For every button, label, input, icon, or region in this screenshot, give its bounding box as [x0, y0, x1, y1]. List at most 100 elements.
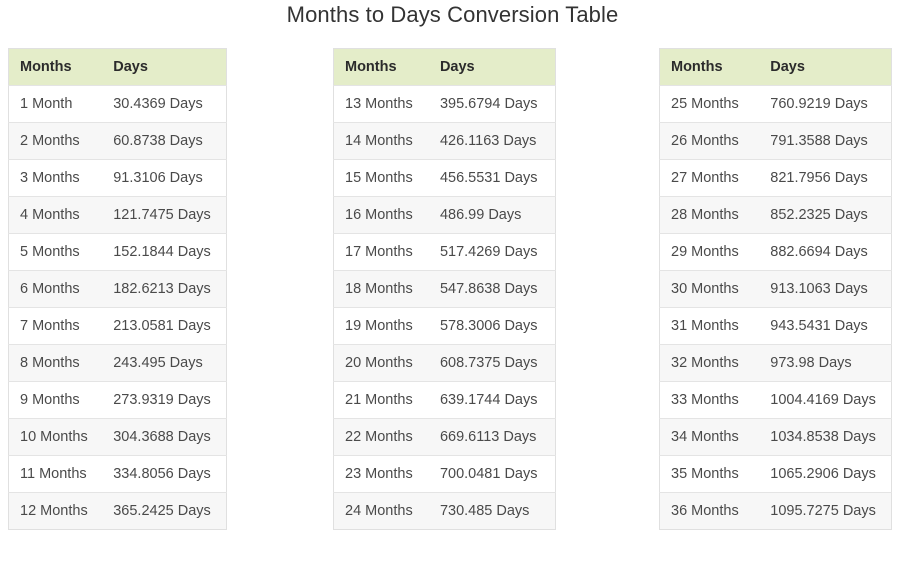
cell-months: 28 Months — [659, 196, 760, 234]
page-title: Months to Days Conversion Table — [286, 2, 619, 27]
table-row: 28 Months 852.2325 Days — [659, 196, 892, 234]
cell-months: 6 Months — [8, 270, 103, 308]
table-row: 22 Months 669.6113 Days — [333, 418, 556, 456]
cell-months: 8 Months — [8, 344, 103, 382]
table-row: 6 Months 182.6213 Days — [8, 270, 227, 308]
cell-months: 29 Months — [659, 233, 760, 271]
cell-days: 334.8056 Days — [102, 455, 227, 493]
table-row: 2 Months 60.8738 Days — [8, 122, 227, 160]
table-row: 4 Months 121.7475 Days — [8, 196, 227, 234]
column-header-days: Days — [102, 48, 227, 86]
table-row: 3 Months 91.3106 Days — [8, 159, 227, 197]
column-header-months: Months — [333, 48, 429, 86]
cell-months: 27 Months — [659, 159, 760, 197]
table-row: 1 Month 30.4369 Days — [8, 85, 227, 123]
cell-months: 13 Months — [333, 85, 429, 123]
cell-days: 152.1844 Days — [102, 233, 227, 271]
cell-days: 426.1163 Days — [428, 122, 556, 160]
cell-days: 608.7375 Days — [428, 344, 556, 382]
cell-days: 273.9319 Days — [102, 381, 227, 419]
cell-days: 517.4269 Days — [428, 233, 556, 271]
page-root: Months to Days Conversion Table Months Da… — [0, 0, 905, 573]
table-header-row: Months Days — [659, 48, 892, 86]
cell-months: 2 Months — [8, 122, 103, 160]
cell-days: 395.6794 Days — [428, 85, 556, 123]
table-row: 31 Months 943.5431 Days — [659, 307, 892, 345]
table-row: 23 Months 700.0481 Days — [333, 455, 556, 493]
table-row: 15 Months 456.5531 Days — [333, 159, 556, 197]
table-row: 32 Months 973.98 Days — [659, 344, 892, 382]
cell-months: 1 Month — [8, 85, 103, 123]
table-row: 26 Months 791.3588 Days — [659, 122, 892, 160]
cell-days: 791.3588 Days — [759, 122, 892, 160]
cell-days: 91.3106 Days — [102, 159, 227, 197]
cell-days: 973.98 Days — [759, 344, 892, 382]
table-row: 13 Months 395.6794 Days — [333, 85, 556, 123]
cell-months: 18 Months — [333, 270, 429, 308]
cell-days: 943.5431 Days — [759, 307, 892, 345]
conversion-table: Months Days 25 Months 760.9219 Days 26 Month… — [659, 48, 892, 530]
cell-days: 30.4369 Days — [102, 85, 227, 123]
table-row: 7 Months 213.0581 Days — [8, 307, 227, 345]
cell-months: 36 Months — [659, 492, 760, 530]
table-row: 33 Months 1004.4169 Days — [659, 381, 892, 419]
cell-days: 669.6113 Days — [428, 418, 556, 456]
cell-days: 486.99 Days — [428, 196, 556, 234]
cell-months: 23 Months — [333, 455, 429, 493]
column-header-months: Months — [659, 48, 760, 86]
column-header-days: Days — [428, 48, 556, 86]
conversion-table-block-3: Months Days 25 Months 760.9219 Days 26 Month… — [659, 48, 892, 530]
cell-days: 639.1744 Days — [428, 381, 556, 419]
table-row: 25 Months 760.9219 Days — [659, 85, 892, 123]
cell-months: 19 Months — [333, 307, 429, 345]
cell-months: 25 Months — [659, 85, 760, 123]
cell-days: 760.9219 Days — [759, 85, 892, 123]
table-row: 18 Months 547.8638 Days — [333, 270, 556, 308]
cell-months: 21 Months — [333, 381, 429, 419]
cell-days: 1065.2906 Days — [759, 455, 892, 493]
table-row: 30 Months 913.1063 Days — [659, 270, 892, 308]
table-row: 11 Months 334.8056 Days — [8, 455, 227, 493]
cell-months: 31 Months — [659, 307, 760, 345]
cell-days: 578.3006 Days — [428, 307, 556, 345]
cell-days: 547.8638 Days — [428, 270, 556, 308]
cell-months: 4 Months — [8, 196, 103, 234]
conversion-table: Months Days 1 Month 30.4369 Days 2 Months 60.… — [8, 48, 227, 530]
cell-days: 182.6213 Days — [102, 270, 227, 308]
table-row: 19 Months 578.3006 Days — [333, 307, 556, 345]
table-row: 35 Months 1065.2906 Days — [659, 455, 892, 493]
cell-months: 32 Months — [659, 344, 760, 382]
cell-months: 26 Months — [659, 122, 760, 160]
cell-days: 882.6694 Days — [759, 233, 892, 271]
cell-days: 60.8738 Days — [102, 122, 227, 160]
cell-months: 10 Months — [8, 418, 103, 456]
column-header-days: Days — [759, 48, 892, 86]
table-row: 12 Months 365.2425 Days — [8, 492, 227, 530]
cell-months: 7 Months — [8, 307, 103, 345]
table-row: 9 Months 273.9319 Days — [8, 381, 227, 419]
cell-days: 1095.7275 Days — [759, 492, 892, 530]
cell-months: 14 Months — [333, 122, 429, 160]
cell-months: 34 Months — [659, 418, 760, 456]
conversion-table: Months Days 13 Months 395.6794 Days 14 Month… — [333, 48, 556, 530]
cell-months: 5 Months — [8, 233, 103, 271]
cell-days: 243.495 Days — [102, 344, 227, 382]
cell-months: 3 Months — [8, 159, 103, 197]
cell-months: 9 Months — [8, 381, 103, 419]
table-row: 21 Months 639.1744 Days — [333, 381, 556, 419]
cell-months: 35 Months — [659, 455, 760, 493]
conversion-table-block-1: Months Days 1 Month 30.4369 Days 2 Months 60.… — [8, 48, 227, 530]
cell-days: 365.2425 Days — [102, 492, 227, 530]
cell-months: 11 Months — [8, 455, 103, 493]
table-row: 14 Months 426.1163 Days — [333, 122, 556, 160]
cell-months: 15 Months — [333, 159, 429, 197]
conversion-table-block-2: Months Days 13 Months 395.6794 Days 14 Month… — [333, 48, 556, 530]
cell-months: 12 Months — [8, 492, 103, 530]
cell-days: 304.3688 Days — [102, 418, 227, 456]
table-row: 29 Months 882.6694 Days — [659, 233, 892, 271]
cell-days: 213.0581 Days — [102, 307, 227, 345]
cell-days: 913.1063 Days — [759, 270, 892, 308]
column-header-months: Months — [8, 48, 103, 86]
cell-days: 1034.8538 Days — [759, 418, 892, 456]
table-row: 27 Months 821.7956 Days — [659, 159, 892, 197]
